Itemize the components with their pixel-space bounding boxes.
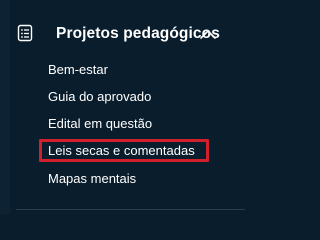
menu-item-edital-em-questao[interactable]: Edital em questão [48, 116, 152, 132]
highlight-box [39, 139, 209, 162]
section-header-projetos-pedagogicos[interactable]: Projetos pedagógicos [0, 18, 245, 52]
list-document-icon [17, 24, 33, 42]
chevron-up-icon[interactable] [199, 28, 217, 40]
menu-item-mapas-mentais[interactable]: Mapas mentais [48, 171, 136, 187]
section-title: Projetos pedagógicos [56, 25, 220, 42]
menu-item-guia-do-aprovado[interactable]: Guia do aprovado [48, 89, 151, 105]
menu-item-bem-estar[interactable]: Bem-estar [48, 62, 108, 78]
divider [16, 209, 245, 210]
